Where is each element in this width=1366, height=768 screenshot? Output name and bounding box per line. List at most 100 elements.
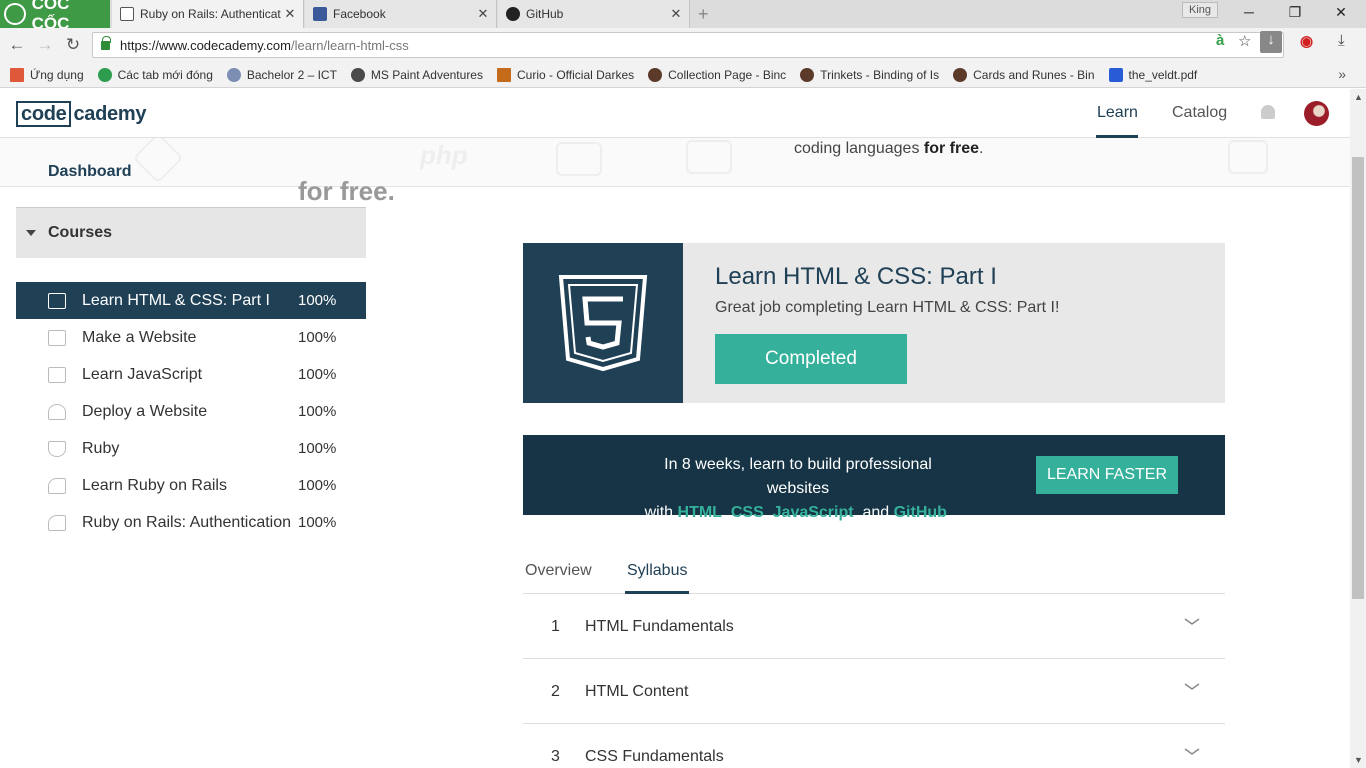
chevron-down-icon[interactable] (1183, 616, 1201, 628)
downloads-icon[interactable]: ⤓ (1338, 32, 1345, 49)
page-icon (226, 67, 241, 82)
hero-text-plain: coding languages (794, 140, 924, 157)
hero-text-end: . (979, 140, 984, 157)
course-subtitle: Great job completing Learn HTML & CSS: P… (715, 299, 1060, 316)
course-item-html-css[interactable]: Learn HTML & CSS: Part I 100% (16, 282, 366, 319)
html5-shield-icon (558, 275, 648, 372)
courses-section-toggle[interactable]: Courses (16, 207, 366, 258)
profile-name-badge[interactable]: King (1182, 2, 1219, 18)
code-bg-icon (132, 132, 184, 184)
url-host: https://www.codecademy.com (120, 37, 291, 53)
page-scrollbar[interactable]: ▲ ▼ (1350, 89, 1366, 768)
course-progress: 100% (298, 514, 337, 531)
close-tab-icon[interactable]: ✕ (667, 6, 685, 22)
browser-tab-rails[interactable]: Ruby on Rails: Authenticati ✕ (112, 0, 304, 28)
course-item-rails[interactable]: Learn Ruby on Rails 100% (16, 467, 366, 504)
download-page-icon[interactable]: ↓ (1260, 31, 1282, 53)
notification-bell-icon[interactable] (1261, 105, 1275, 119)
ruby-icon (48, 440, 66, 457)
course-progress: 100% (298, 440, 337, 457)
nav-learn[interactable]: Learn (1097, 104, 1138, 122)
bookmark-star-icon[interactable]: ☆ (1238, 32, 1251, 50)
syllabus-row[interactable]: 1 HTML Fundamentals (523, 594, 1225, 659)
facebook-favicon-icon (313, 7, 327, 21)
completed-button[interactable]: Completed (715, 334, 907, 384)
isaac-icon (800, 67, 815, 82)
nav-catalog[interactable]: Catalog (1172, 104, 1227, 122)
close-tab-icon[interactable]: ✕ (474, 6, 492, 22)
ruby-bg-icon (686, 140, 732, 174)
database-bg-icon (1228, 140, 1268, 174)
promo-sep: , (721, 504, 731, 521)
bookmark-collection[interactable]: Collection Page - Binc (648, 67, 786, 82)
course-progress: 100% (298, 403, 337, 420)
extension-icon[interactable]: ◉ (1300, 32, 1313, 50)
course-progress: 100% (298, 366, 337, 383)
course-item-make-website[interactable]: Make a Website 100% (16, 319, 366, 356)
close-tab-icon[interactable]: ✕ (281, 6, 299, 22)
bookmark-trinkets[interactable]: Trinkets - Binding of Is (800, 67, 939, 82)
bookmark-label: Ứng dụng (30, 67, 84, 82)
promo-line1: In 8 weeks, learn to build professional … (664, 456, 932, 497)
bookmarks-bar: Ứng dụng Các tab mới đóng Bachelor 2 – I… (0, 62, 1366, 88)
chevron-down-icon[interactable] (1183, 746, 1201, 758)
url-bar[interactable]: https://www.codecademy.com/learn/learn-h… (92, 32, 1284, 58)
more-bookmarks-icon[interactable]: » (1338, 66, 1346, 82)
hero-strip: for free. php coding languages for free. (0, 132, 1350, 206)
bookmark-bachelor[interactable]: Bachelor 2 – ICT (226, 67, 337, 82)
bookmark-veldt[interactable]: the_veldt.pdf (1108, 67, 1198, 82)
avatar[interactable] (1304, 101, 1329, 126)
course-item-javascript[interactable]: Learn JavaScript 100% (16, 356, 366, 393)
restore-icon[interactable]: ❐ (1280, 4, 1310, 21)
promo-js: JavaScript (772, 504, 854, 521)
course-item-ruby[interactable]: Ruby 100% (16, 430, 366, 467)
rails-icon (48, 477, 66, 494)
tab-syllabus[interactable]: Syllabus (627, 562, 687, 580)
course-item-rails-auth[interactable]: Ruby on Rails: Authentication 100% (16, 504, 366, 541)
bookmark-curio[interactable]: Curio - Official Darkes (496, 67, 634, 82)
syllabus-number: 2 (551, 683, 560, 700)
course-progress: 100% (298, 477, 337, 494)
hero-right-text: coding languages for free. (794, 140, 983, 158)
chevron-down-icon[interactable] (1183, 681, 1201, 693)
scroll-down-icon[interactable]: ▼ (1354, 755, 1363, 765)
syllabus-number: 3 (551, 748, 560, 765)
scroll-thumb[interactable] (1352, 157, 1364, 599)
scroll-up-icon[interactable]: ▲ (1354, 92, 1363, 102)
close-window-icon[interactable]: ✕ (1326, 4, 1356, 21)
browser-tab-facebook[interactable]: Facebook ✕ (305, 0, 497, 28)
forward-icon[interactable]: → (34, 35, 56, 55)
html5-icon (48, 292, 66, 309)
bookmark-recent-tabs[interactable]: Các tab mới đóng (97, 67, 213, 82)
hero-text-bold: for free (923, 140, 980, 157)
dashboard-link[interactable]: Dashboard (48, 163, 132, 181)
bookmark-apps[interactable]: Ứng dụng (10, 67, 84, 82)
bookmark-label: Các tab mới đóng (117, 67, 213, 82)
translate-icon[interactable]: à (1216, 32, 1224, 49)
coccoc-menu-button[interactable]: CỐC CỐC (0, 0, 110, 33)
bookmark-label: Cards and Runes - Bin (973, 67, 1095, 82)
back-icon[interactable]: ← (6, 35, 28, 55)
bookmark-label: the_veldt.pdf (1128, 67, 1198, 82)
isaac-icon (953, 67, 968, 82)
promo-with: with (644, 504, 678, 521)
promo-banner: In 8 weeks, learn to build professional … (523, 435, 1225, 521)
course-item-deploy[interactable]: Deploy a Website 100% (16, 393, 366, 430)
bookmark-cards[interactable]: Cards and Runes - Bin (953, 67, 1095, 82)
syllabus-row[interactable]: 2 HTML Content (523, 659, 1225, 724)
codecademy-favicon-icon (120, 7, 134, 21)
courses-heading: Courses (48, 224, 113, 241)
tab-overview[interactable]: Overview (525, 562, 592, 580)
reload-icon[interactable]: ↻ (62, 35, 84, 55)
syllabus-number: 1 (551, 618, 560, 635)
syllabus-row[interactable]: 3 CSS Fundamentals (523, 724, 1225, 768)
new-tab-icon[interactable]: + (698, 4, 709, 25)
minimize-icon[interactable]: ─ (1234, 4, 1264, 20)
bookmark-mspa[interactable]: MS Paint Adventures (350, 67, 483, 82)
browser-tab-github[interactable]: GitHub ✕ (498, 0, 690, 28)
url-path: /learn/learn-html-css (291, 37, 409, 53)
learn-faster-button[interactable]: LEARN FASTER (1036, 456, 1178, 494)
rails-icon (48, 514, 66, 531)
codecademy-logo[interactable]: code cademy (16, 101, 146, 127)
course-tabs: Overview Syllabus (523, 556, 1225, 594)
